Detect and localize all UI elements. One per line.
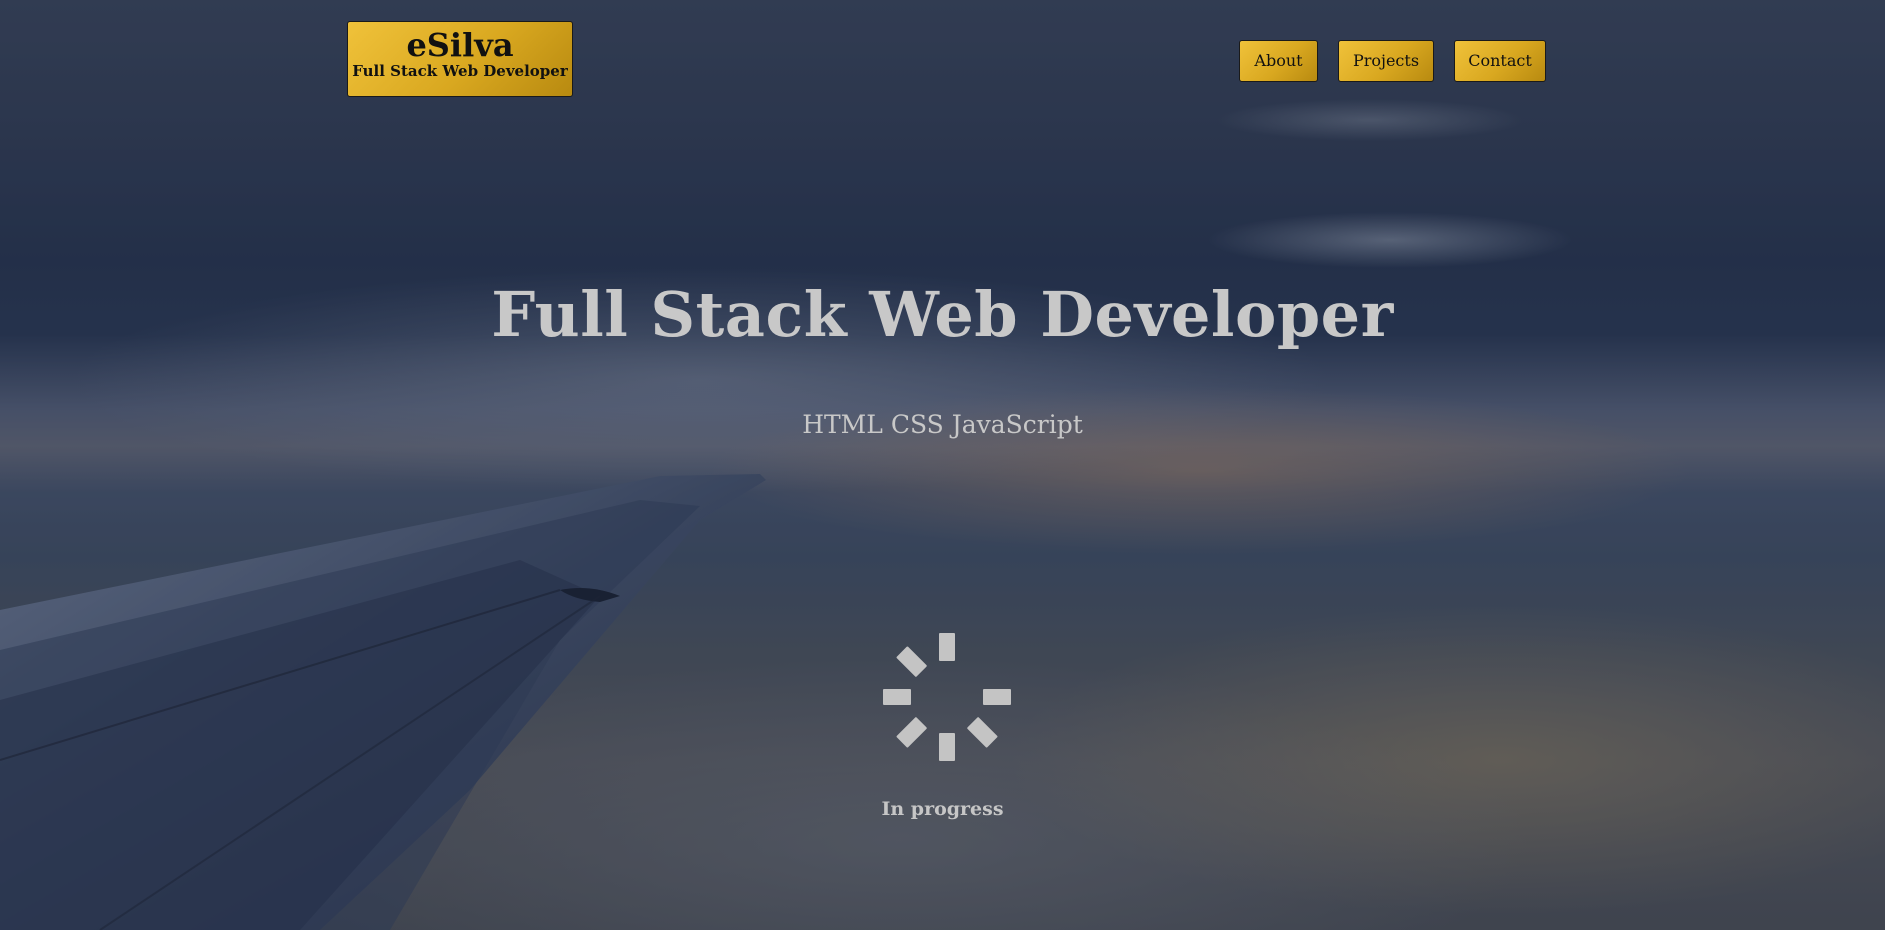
nav-contact-button[interactable]: Contact — [1454, 40, 1546, 82]
loading-spinner-icon — [883, 633, 1011, 761]
background-overlay — [0, 0, 1885, 930]
nav-about-button[interactable]: About — [1239, 40, 1318, 82]
hero-subtitle: HTML CSS JavaScript — [802, 410, 1083, 439]
progress-status: In progress — [881, 798, 1004, 820]
brand-tagline: Full Stack Web Developer — [352, 62, 568, 80]
brand-name: eSilva — [406, 26, 514, 64]
brand-logo-link[interactable]: eSilva Full Stack Web Developer — [347, 21, 573, 97]
nav-projects-button[interactable]: Projects — [1338, 40, 1434, 82]
hero-title: Full Stack Web Developer — [491, 278, 1394, 351]
